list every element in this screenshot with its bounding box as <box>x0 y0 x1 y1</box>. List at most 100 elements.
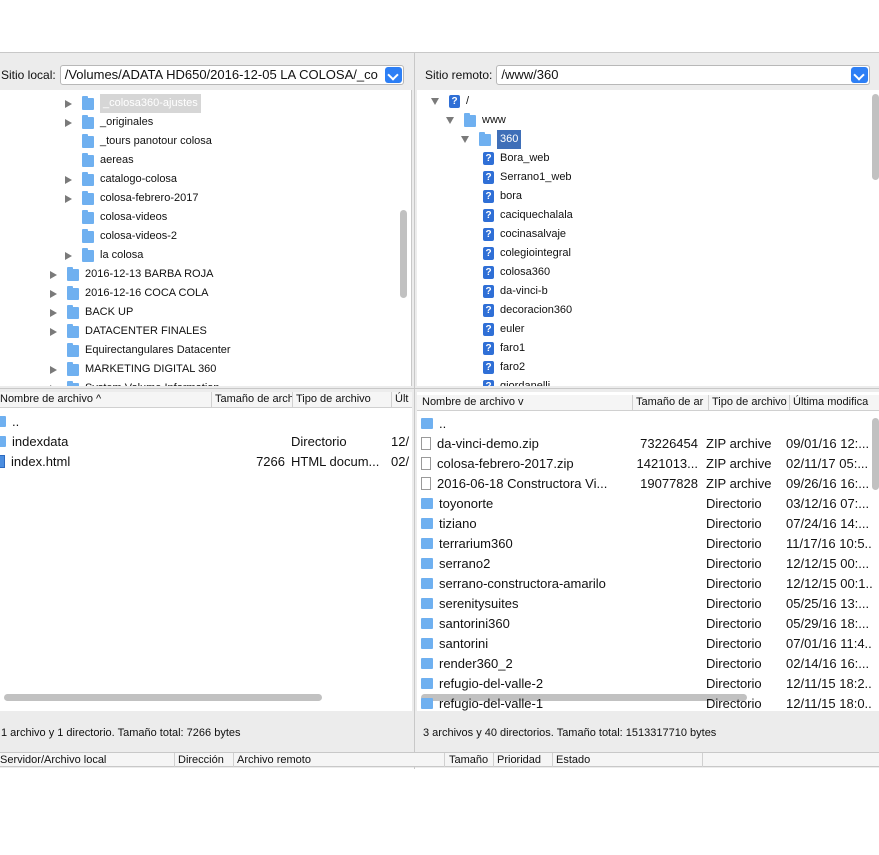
expand-arrow-icon[interactable] <box>65 251 72 260</box>
local-col-date[interactable]: Últ <box>391 392 412 407</box>
local-tree-item[interactable]: 2016-12-13 BARBA ROJA <box>50 265 213 284</box>
remote-file-row[interactable]: render360_2 Directorio 02/14/16 16:... <box>417 654 872 674</box>
remote-site-label: Sitio remoto: <box>425 68 493 82</box>
queue-col-remote[interactable]: Archivo remoto <box>233 753 444 767</box>
local-path-dropdown-icon[interactable] <box>384 67 402 83</box>
local-tree-item[interactable]: _tours panotour colosa <box>65 132 212 151</box>
remote-tree-item[interactable]: 360 <box>461 130 522 149</box>
remote-file-row[interactable]: 2016-06-18 Constructora Vi... 19077828 ZIP… <box>417 474 872 494</box>
local-tree-item[interactable]: colosa-videos-2 <box>65 227 177 246</box>
remote-path-dropdown-icon[interactable] <box>851 67 869 83</box>
remote-tree-item[interactable]: ? colegiointegral <box>476 244 571 263</box>
remote-file-row[interactable]: terrarium360 Directorio 11/17/16 10:5... <box>417 534 872 554</box>
file-type-cell: Directorio <box>706 616 762 631</box>
local-path-combo[interactable]: /Volumes/ADATA HD650/2016-12-05 LA COLOS… <box>59 65 404 85</box>
remote-tree-item[interactable]: ? cocinasalvaje <box>476 225 566 244</box>
expand-arrow-icon[interactable] <box>50 327 57 336</box>
remote-col-date[interactable]: Última modifica <box>789 395 879 410</box>
remote-tree-item[interactable]: ? Serrano1_web <box>476 168 572 187</box>
remote-file-row[interactable]: tiziano Directorio 07/24/16 14:... <box>417 514 872 534</box>
local-tree-item[interactable]: 2016-12-16 COCA COLA <box>50 284 209 303</box>
local-directory-tree[interactable]: _colosa360-ajustes _originales _tours pano… <box>0 90 412 386</box>
local-tree-item[interactable]: aereas <box>65 151 134 170</box>
local-tree-item[interactable]: colosa-videos <box>65 208 167 227</box>
expand-arrow-icon[interactable] <box>65 99 72 108</box>
queue-col-direction[interactable]: Dirección <box>174 753 233 767</box>
collapse-arrow-icon[interactable] <box>431 98 439 105</box>
remote-tree-item[interactable]: ? Bora_web <box>476 149 550 168</box>
queue-col-server[interactable]: Servidor/Archivo local <box>0 753 174 767</box>
local-file-row[interactable]: indexdata Directorio 12/ <box>0 432 412 452</box>
remote-path-combo[interactable]: /www/360 <box>496 65 871 85</box>
remote-tree-item[interactable]: ? decoracion360 <box>476 301 572 320</box>
local-files-scrollbar[interactable] <box>4 694 322 701</box>
local-tree-item[interactable]: la colosa <box>65 246 143 265</box>
remote-tree-item[interactable]: www <box>446 111 506 130</box>
local-col-type[interactable]: Tipo de archivo <box>292 392 391 407</box>
remote-file-row[interactable]: toyonorte Directorio 03/12/16 07:... <box>417 494 872 514</box>
local-tree-scrollbar[interactable] <box>400 210 407 298</box>
expand-arrow-icon[interactable] <box>65 118 72 127</box>
expand-arrow-icon[interactable] <box>50 384 57 386</box>
remote-tree-item[interactable]: ? da-vinci-b <box>476 282 548 301</box>
local-file-list[interactable]: Nombre de archivo ^ Tamaño de archivo Ti… <box>0 392 412 711</box>
remote-file-row[interactable]: refugio-del-valle-1 Directorio 12/11/15 18… <box>417 694 872 711</box>
expand-arrow-icon[interactable] <box>65 194 72 203</box>
unknown-folder-icon: ? <box>483 323 494 336</box>
remote-file-list[interactable]: Nombre de archivo v Tamaño de ar Tipo de… <box>417 392 879 711</box>
expand-arrow-icon[interactable] <box>50 308 57 317</box>
local-tree-item[interactable]: DATACENTER FINALES <box>50 322 207 341</box>
expand-arrow-icon[interactable] <box>50 365 57 374</box>
remote-tree-item[interactable]: ? / <box>431 92 469 111</box>
remote-path-input[interactable]: /www/360 <box>501 67 558 82</box>
remote-file-row[interactable]: colosa-febrero-2017.zip 1421013... ZIP arc… <box>417 454 872 474</box>
expand-arrow-icon[interactable] <box>50 270 57 279</box>
collapse-arrow-icon[interactable] <box>446 117 454 124</box>
remote-files-scrollbar-v[interactable] <box>872 418 879 490</box>
remote-file-row[interactable]: serrano2 Directorio 12/12/15 00:... <box>417 554 872 574</box>
local-col-size[interactable]: Tamaño de archivo <box>211 392 292 407</box>
remote-file-row[interactable]: serrano-constructora-amarilo Directorio 12… <box>417 574 872 594</box>
local-tree-item[interactable]: colosa-febrero-2017 <box>65 189 198 208</box>
remote-file-row[interactable]: santorini Directorio 07/01/16 11:4... <box>417 634 872 654</box>
remote-col-size[interactable]: Tamaño de ar <box>632 395 708 410</box>
local-tree-item[interactable]: MARKETING DIGITAL 360 <box>50 360 216 379</box>
local-file-row[interactable]: index.html 7266 HTML docum... 02/ <box>0 452 412 472</box>
horizontal-splitter[interactable] <box>0 388 879 389</box>
local-col-name[interactable]: Nombre de archivo ^ <box>0 392 211 407</box>
file-name-cell: indexdata <box>0 432 210 452</box>
queue-col-status[interactable]: Estado <box>552 753 702 767</box>
queue-col-size[interactable]: Tamaño <box>444 753 493 767</box>
remote-tree-item[interactable]: ? giordanelli <box>476 377 550 386</box>
local-tree-item[interactable]: _colosa360-ajustes <box>65 94 201 113</box>
local-file-row[interactable]: .. <box>0 412 412 432</box>
folder-icon <box>421 418 433 429</box>
remote-file-row[interactable]: .. <box>417 414 872 434</box>
remote-tree-item[interactable]: ? caciquechalala <box>476 206 573 225</box>
local-tree-item[interactable]: System Volume Information <box>50 379 220 386</box>
expand-arrow-icon[interactable] <box>50 289 57 298</box>
file-date-cell: 09/26/16 16:... <box>786 476 870 491</box>
remote-file-row[interactable]: santorini360 Directorio 05/29/16 18:... <box>417 614 872 634</box>
local-tree-item[interactable]: _originales <box>65 113 153 132</box>
remote-tree-item[interactable]: ? colosa360 <box>476 263 550 282</box>
remote-tree-item[interactable]: ? faro1 <box>476 339 525 358</box>
local-path-input[interactable]: /Volumes/ADATA HD650/2016-12-05 LA COLOS… <box>65 67 378 82</box>
collapse-arrow-icon[interactable] <box>461 136 469 143</box>
remote-file-row[interactable]: da-vinci-demo.zip 73226454 ZIP archive 09/0… <box>417 434 872 454</box>
remote-col-type[interactable]: Tipo de archivo <box>708 395 789 410</box>
pane-splitter[interactable] <box>414 53 415 769</box>
local-tree-item[interactable]: BACK UP <box>50 303 133 322</box>
remote-file-row[interactable]: serenitysuites Directorio 05/25/16 13:... <box>417 594 872 614</box>
remote-tree-item[interactable]: ? euler <box>476 320 524 339</box>
remote-tree-scrollbar[interactable] <box>872 94 879 180</box>
expand-arrow-icon[interactable] <box>65 175 72 184</box>
local-tree-item[interactable]: catalogo-colosa <box>65 170 177 189</box>
local-tree-item[interactable]: Equirectangulares Datacenter <box>50 341 231 360</box>
remote-col-name[interactable]: Nombre de archivo v <box>419 395 632 410</box>
remote-directory-tree[interactable]: ? / www 360? Bora_web? Serrano1_web? bora? caci… <box>417 90 879 386</box>
queue-col-priority[interactable]: Prioridad <box>493 753 552 767</box>
remote-file-row[interactable]: refugio-del-valle-2 Directorio 12/11/15 18… <box>417 674 872 694</box>
remote-tree-item[interactable]: ? faro2 <box>476 358 525 377</box>
remote-tree-item[interactable]: ? bora <box>476 187 522 206</box>
